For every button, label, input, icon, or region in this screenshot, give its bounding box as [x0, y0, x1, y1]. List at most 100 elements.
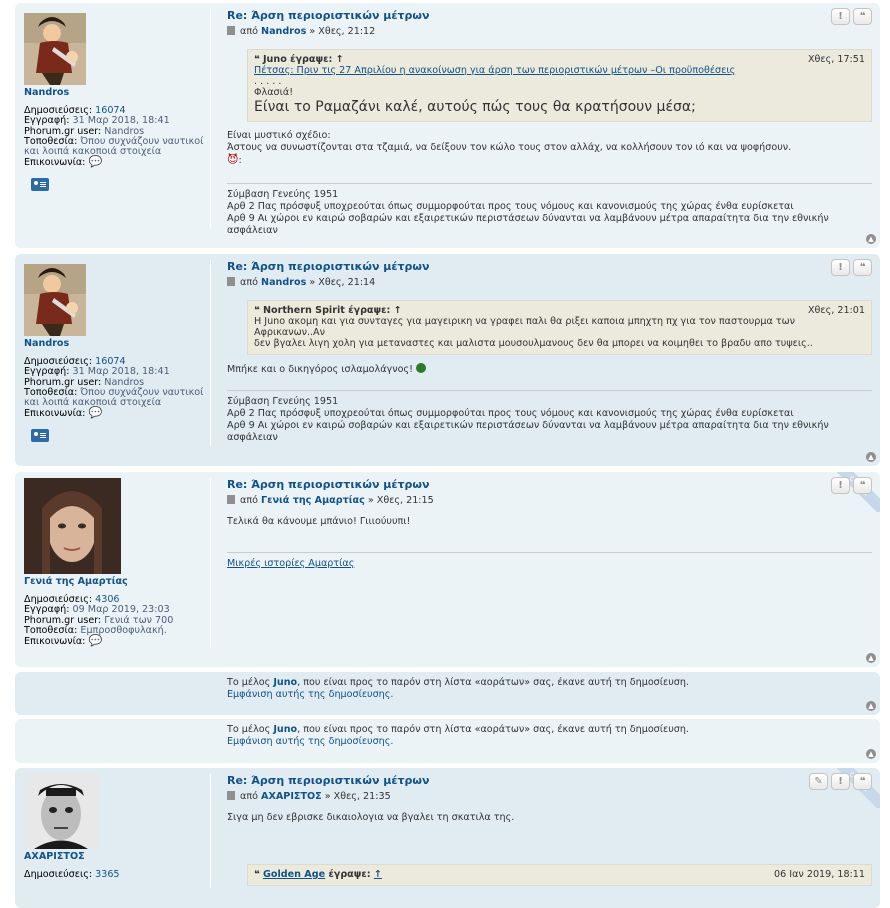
post-title[interactable]: Re: Άρση περιοριστικών μέτρων	[227, 774, 872, 787]
post-title[interactable]: Re: Άρση περιοριστικών μέτρων	[227, 478, 872, 491]
top-icon[interactable]: ▲	[866, 653, 876, 663]
posts-count[interactable]: 3365	[95, 869, 119, 880]
top-icon[interactable]: ▲	[866, 234, 876, 244]
location-label: Τοποθεσία:	[24, 624, 78, 636]
quote-jump-icon[interactable]: ↑	[336, 54, 344, 65]
quote-author[interactable]: Golden Age	[263, 869, 325, 880]
author-name[interactable]: Nandros	[261, 26, 306, 37]
signature-line: Σύμβαση Γενεύης 1951	[227, 189, 339, 200]
signature-line: Αρθ 9 Αι χώροι εν καιρώ σοβαρών και εξαι…	[227, 213, 829, 236]
quote-header: ❝ Northern Spirit έγραψε: ↑ Χθες, 21:01	[254, 305, 865, 316]
top-icon[interactable]: ▲	[866, 749, 876, 759]
quote-jump-icon[interactable]: ↑	[394, 305, 402, 316]
ignored-post: Το μέλος Juno, που είναι προς το παρόν σ…	[15, 719, 880, 763]
ignored-user[interactable]: Juno	[273, 724, 297, 735]
avatar[interactable]	[24, 13, 86, 85]
quote-author[interactable]: Northern Spirit	[263, 305, 345, 316]
post: Nandros Δημοσιεύσεις: 16074 Εγγραφή: 31 …	[15, 3, 880, 248]
by-label: από	[240, 277, 258, 288]
post-profile: Nandros Δημοσιεύσεις: 16074 Εγγραφή: 31 …	[24, 13, 204, 195]
username[interactable]: Nandros	[24, 338, 204, 349]
quote-big-text: Είναι το Ραμαζάνι καλέ, αυτούς πώς τους …	[254, 99, 696, 115]
report-button[interactable]: !	[831, 259, 850, 276]
quote-icon: ❝	[254, 54, 260, 65]
ignored-user[interactable]: Juno	[273, 677, 297, 688]
signature-line: Αρθ 2 Πας πρόσφυξ υποχρεούται όπως συμμο…	[227, 201, 794, 212]
quote-wrote: έγραψε:	[328, 869, 371, 880]
ignored-prefix: Το μέλος	[227, 724, 271, 735]
post-title[interactable]: Re: Άρση περιοριστικών μέτρων	[227, 260, 872, 273]
ignored-prefix: Το μέλος	[227, 677, 271, 688]
post-time: » Χθες, 21:12	[309, 26, 376, 37]
profile-fields: Δημοσιεύσεις: 4306 Εγγραφή: 09 Μαρ 2019,…	[24, 595, 204, 647]
content-line: Μπήκε και ο δικηγόρος ισλαμολάγνος!	[227, 364, 413, 375]
signature-line: Αρθ 2 Πας πρόσφυξ υποχρεούται όπως συμμο…	[227, 408, 794, 419]
author-name[interactable]: ΑΧΑΡΙΣΤΟΣ	[261, 791, 322, 802]
show-post-link[interactable]: Εμφάνιση αυτής της δημοσίευσης.	[227, 736, 393, 747]
post-icon[interactable]	[227, 277, 235, 286]
username[interactable]: Γενιά της Αμαρτίας	[24, 576, 204, 587]
content-line: Άστους να συνωστίζονται στα τζαμιά, να δ…	[227, 142, 792, 153]
quote-author[interactable]: Juno	[263, 54, 287, 65]
username[interactable]: ΑΧΑΡΙΣΤΟΣ	[24, 851, 204, 862]
author-name[interactable]: Γενιά της Αμαρτίας	[261, 495, 365, 506]
chat-icon[interactable]: 💬	[88, 406, 102, 419]
signature-line: Σύμβαση Γενεύης 1951	[227, 396, 339, 407]
post-icon[interactable]	[227, 495, 235, 504]
post-body: Re: Άρση περιοριστικών μέτρων από Γενιά …	[227, 478, 872, 570]
divider	[210, 774, 211, 888]
devil-smiley-icon: 😈	[227, 153, 239, 166]
avatar[interactable]	[24, 264, 86, 336]
signature-link[interactable]: Μικρές ιστορίες Αμαρτίας	[227, 558, 354, 569]
post-body: Re: Άρση περιοριστικών μέτρων από Nandro…	[227, 260, 872, 444]
top-icon[interactable]: ▲	[866, 452, 876, 462]
post-buttons: ✎ ! ❝	[809, 773, 872, 790]
quote-line: δεν βγαλει λιγη χολη για μεταναστες και …	[254, 338, 813, 349]
signature: Σύμβαση Γενεύης 1951 Αρθ 2 Πας πρόσφυξ υ…	[227, 390, 872, 444]
chat-icon[interactable]: 💬	[88, 634, 102, 647]
post-content: Σιγα μη δεν εβρισκε δικαιολογια να βγαλε…	[227, 812, 872, 824]
contact-card-icon[interactable]	[31, 178, 49, 192]
content-line: Τελικά θα κάνουμε μπάνιο! Γιιιούυυπι!	[227, 516, 411, 527]
quote-button[interactable]: ❝	[853, 477, 872, 494]
ignored-notice: Το μέλος Juno, που είναι προς το παρόν σ…	[227, 724, 689, 748]
report-button[interactable]: !	[831, 8, 850, 25]
post-icon[interactable]	[227, 26, 235, 35]
profile-fields: Δημοσιεύσεις: 3365	[24, 870, 204, 880]
top-icon[interactable]: ▲	[866, 701, 876, 711]
ignored-suffix: , που είναι προς το παρόν στη λίστα «αορ…	[297, 724, 689, 735]
post-buttons: ! ❝	[831, 477, 872, 494]
quote-button[interactable]: ❝	[853, 259, 872, 276]
report-button[interactable]: !	[831, 477, 850, 494]
quote-button[interactable]: ❝	[853, 8, 872, 25]
contact-card-icon[interactable]	[31, 429, 49, 443]
profile-fields: Δημοσιεύσεις: 16074 Εγγραφή: 31 Μαρ 2018…	[24, 106, 204, 168]
post-icon[interactable]	[227, 791, 235, 800]
post-profile: Nandros Δημοσιεύσεις: 16074 Εγγραφή: 31 …	[24, 264, 204, 446]
quote-jump-icon[interactable]: ↑	[374, 869, 382, 880]
post-body: Re: Άρση περιοριστικών μέτρων από ΑΧΑΡΙΣ…	[227, 774, 872, 894]
edit-button[interactable]: ✎	[809, 773, 828, 790]
quote-time: 06 Ιαν 2019, 18:11	[774, 869, 865, 880]
content-line: :	[238, 155, 242, 166]
quote-button[interactable]: ❝	[853, 773, 872, 790]
avatar[interactable]	[24, 774, 99, 849]
divider	[210, 9, 211, 228]
username[interactable]: Nandros	[24, 87, 204, 98]
avatar[interactable]	[24, 478, 121, 574]
author-name[interactable]: Nandros	[261, 277, 306, 288]
quote-box: ❝ Golden Age έγραψε: ↑ 06 Ιαν 2019, 18:1…	[247, 864, 872, 886]
ignored-notice: Το μέλος Juno, που είναι προς το παρόν σ…	[227, 677, 689, 701]
smiley-icon	[416, 363, 427, 373]
post-content: Είναι μυστικό σχέδιο: Άστους να συνωστίζ…	[227, 130, 872, 167]
show-post-link[interactable]: Εμφάνιση αυτής της δημοσίευσης.	[227, 689, 393, 700]
chat-icon[interactable]: 💬	[88, 155, 102, 168]
quote-link[interactable]: Πέτσας: Πριν τις 27 Απριλίου η ανακοίνωσ…	[254, 65, 735, 76]
by-label: από	[240, 26, 258, 37]
signature: Σύμβαση Γενεύης 1951 Αρθ 2 Πας πρόσφυξ υ…	[227, 183, 872, 237]
post-author-line: από Nandros » Χθες, 21:12	[227, 26, 872, 37]
ignored-suffix: , που είναι προς το παρόν στη λίστα «αορ…	[297, 677, 689, 688]
post-title[interactable]: Re: Άρση περιοριστικών μέτρων	[227, 9, 872, 22]
post-buttons: ! ❝	[831, 8, 872, 25]
report-button[interactable]: !	[831, 773, 850, 790]
